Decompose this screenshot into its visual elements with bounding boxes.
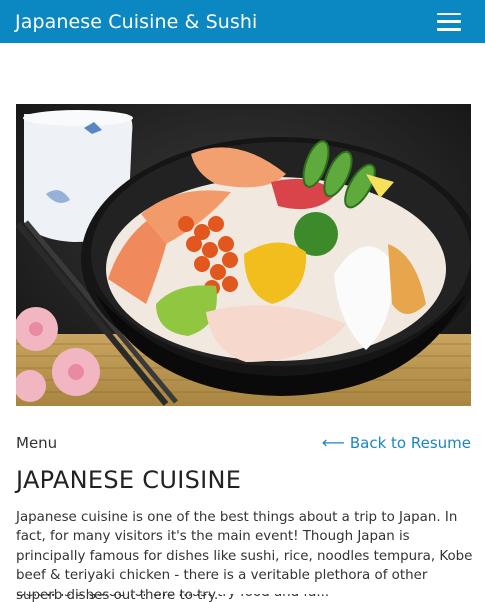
next-paragraph-text: Below is a guide for the must-try food a… — [16, 594, 474, 602]
hamburger-bar — [437, 28, 461, 31]
back-to-resume-link[interactable]: ⟵ Back to Resume — [322, 434, 471, 452]
content-nav-row: Menu ⟵ Back to Resume — [16, 433, 471, 453]
intro-paragraph: Japanese cuisine is one of the best thin… — [16, 510, 473, 602]
arrow-left-icon: ⟵ — [321, 433, 345, 452]
page-heading: JAPANESE CUISINE — [16, 466, 242, 494]
page: Japanese Cuisine & Sushi Menu ⟵ Back to … — [0, 0, 485, 602]
sushi-bowl-illustration — [16, 104, 471, 406]
back-link-label: Back to Resume — [349, 434, 471, 452]
hamburger-menu-icon[interactable] — [437, 12, 461, 31]
menu-link[interactable]: Menu — [16, 434, 57, 452]
site-title[interactable]: Japanese Cuisine & Sushi — [15, 11, 257, 33]
hamburger-bar — [437, 20, 461, 23]
next-paragraph-clipped: Below is a guide for the must-try food a… — [16, 594, 474, 602]
hero-image — [16, 104, 471, 406]
hamburger-bar — [437, 12, 461, 15]
top-navbar: Japanese Cuisine & Sushi — [0, 0, 485, 43]
